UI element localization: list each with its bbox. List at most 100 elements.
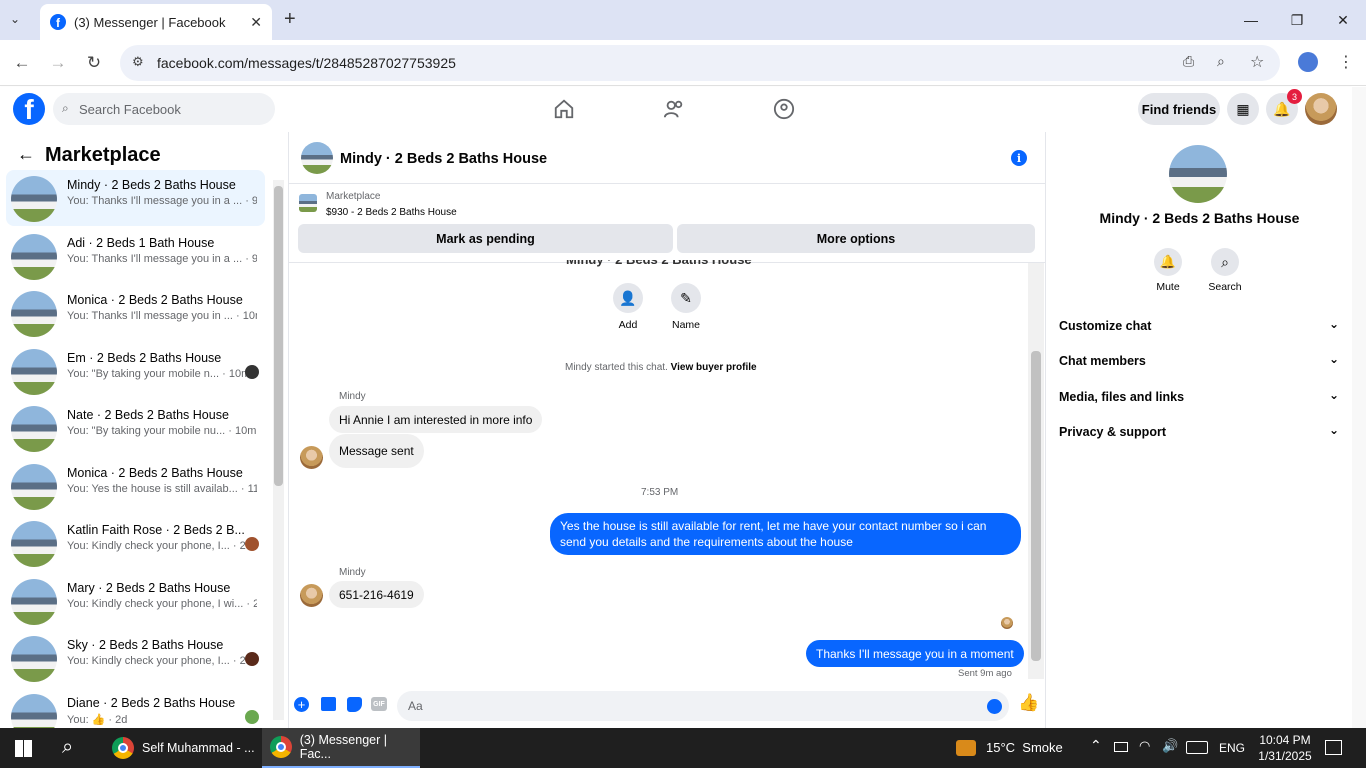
zoom-icon[interactable]: ⌕ [1217,53,1225,70]
chevron-down-icon: ⌄ [1328,388,1339,402]
taskbar-app-chrome-2[interactable]: (3) Messenger | Fac... [262,728,420,768]
conversation-item[interactable]: Mary · 2 Beds 2 Baths House You: Kindly c… [6,573,265,629]
privacy-support-item[interactable]: Privacy & support ⌄ [1059,423,1339,439]
gif-icon[interactable]: GIF [371,697,387,711]
add-action[interactable]: 👤 Add [598,283,658,331]
mute-action[interactable]: 🔔 Mute [1143,248,1193,293]
battery-icon[interactable] [1114,742,1128,752]
conversation-item[interactable]: Monica · 2 Beds 2 Baths House You: Yes th… [6,458,265,514]
back-button[interactable]: ← [10,51,34,75]
menu-grid-button[interactable]: ▦ [1227,93,1259,125]
conversation-item[interactable]: Nate · 2 Beds 2 Baths House You: "By taki… [6,400,265,456]
conversation-list-scrollbar[interactable] [273,180,284,720]
taskbar-app-chrome-1[interactable]: Self Muhammad - ... [104,728,260,768]
account-avatar[interactable] [1305,93,1337,125]
conversation-item[interactable]: Katlin Faith Rose · 2 Beds 2 B... You: Ki… [6,515,265,571]
more-actions-plus-icon[interactable]: + [294,697,309,712]
install-app-icon[interactable]: ⎙ [1183,53,1194,70]
tab-search-icon[interactable]: ⌄ [10,12,20,26]
page-scrollbar[interactable] [1352,87,1366,728]
facebook-search-input[interactable]: ⌕ Search Facebook [53,93,275,125]
view-buyer-profile-link[interactable]: View buyer profile [671,362,757,373]
volume-icon[interactable]: 🔊 [1162,738,1178,754]
chat-title[interactable]: Mindy · 2 Beds 2 Baths House [340,151,547,167]
customize-chat-item[interactable]: Customize chat ⌄ [1059,317,1339,333]
emoji-icon[interactable] [987,699,1002,714]
profile-icon[interactable] [1298,52,1318,72]
conversation-item[interactable]: Sky · 2 Beds 2 Baths House You: Kindly ch… [6,630,265,686]
conversation-name: Mindy · 2 Beds 2 Baths House [67,178,236,192]
home-icon[interactable] [553,98,575,120]
listing-thumbnail[interactable] [299,194,317,212]
mark-as-pending-button[interactable]: Mark as pending [298,224,673,253]
notification-center-icon[interactable] [1325,740,1342,755]
taskbar-search-icon[interactable]: ⌕ [62,736,73,759]
url-text: facebook.com/messages/t/2848528702775392… [157,55,456,71]
weather-icon[interactable] [956,740,976,756]
windows-taskbar: ⌕ Self Muhammad - ... (3) Messenger | Fa… [0,728,1366,768]
conversation-name: Em · 2 Beds 2 Baths House [67,350,222,365]
info-icon[interactable]: i [1011,150,1027,166]
friends-icon[interactable] [663,98,685,120]
conversation-snippet: You: Thanks I'll message you in a ... · … [67,252,257,265]
incoming-message[interactable]: Message sent [329,434,424,468]
sender-avatar[interactable] [300,584,323,607]
language-indicator[interactable]: ENG [1219,741,1245,755]
sender-avatar[interactable] [300,446,323,469]
browser-tab[interactable]: f (3) Messenger | Facebook ✕ [40,4,272,40]
search-action[interactable]: ⌕ Search [1200,248,1250,293]
close-window-button[interactable]: ✕ [1320,0,1366,40]
conversation-snippet: You: Thanks I'll message you in a ... · … [67,195,257,207]
facebook-logo-icon[interactable]: f [13,93,45,125]
conversation-item[interactable]: Diane · 2 Beds 2 Baths House You: 👍 · 2d [6,688,265,728]
conversation-snippet: You: Kindly check your phone, I... · 2d [67,655,252,667]
back-arrow-icon[interactable]: ← [17,144,35,165]
conversation-item[interactable]: Em · 2 Beds 2 Baths House You: "By taking… [6,343,265,399]
wifi-icon[interactable]: ◠ [1139,738,1150,754]
outgoing-message[interactable]: Thanks I'll message you in a moment [806,640,1024,667]
browser-menu-icon[interactable]: ⋮ [1338,52,1354,72]
message-input[interactable]: Aa [397,691,1009,721]
bookmark-star-icon[interactable]: ☆ [1250,52,1264,72]
incoming-message[interactable]: Hi Annie I am interested in more info [329,406,543,433]
details-avatar[interactable] [1169,145,1227,203]
conversation-item[interactable]: Monica · 2 Beds 2 Baths House You: Thanks… [6,285,265,341]
scrollbar-thumb[interactable] [1031,351,1041,661]
taskbar-app-label: Self Muhammad - ... [142,741,255,755]
restore-button[interactable]: ❐ [1274,0,1320,40]
windows-start-icon[interactable] [15,740,32,757]
find-friends-button[interactable]: Find friends [1138,93,1220,125]
conversation-name: Diane · 2 Beds 2 Baths House [67,695,236,710]
conversation-item[interactable]: Adi · 2 Beds 1 Bath House You: Thanks I'l… [6,228,265,284]
minimize-button[interactable]: — [1228,0,1274,40]
keyboard-icon[interactable] [1186,741,1208,754]
chat-scrollbar[interactable] [1028,263,1044,679]
incoming-message[interactable]: 651-216-4619 [329,581,424,608]
weather-text[interactable]: 15°C Smoke [986,740,1063,755]
thumbs-up-icon[interactable]: 👍 [1018,693,1039,713]
address-bar[interactable]: ⚙ facebook.com/messages/t/28485287027753… [120,45,1280,81]
chat-avatar[interactable] [301,142,333,174]
seen-avatar-badge [245,364,259,379]
reload-button[interactable]: ↻ [82,51,106,75]
tab-close-icon[interactable]: ✕ [250,14,262,31]
attach-photo-icon[interactable] [321,697,336,711]
clock[interactable]: 10:04 PM 1/31/2025 [1255,732,1315,764]
outgoing-message[interactable]: Yes the house is still available for ren… [550,513,1021,555]
groups-icon[interactable] [773,98,795,120]
forward-button[interactable]: → [46,51,70,75]
chat-members-item[interactable]: Chat members ⌄ [1059,352,1339,368]
new-tab-button[interactable]: + [284,8,296,31]
listing-price[interactable]: $930 - 2 Beds 2 Baths House [326,207,457,218]
site-settings-icon[interactable]: ⚙ [132,54,144,70]
media-files-links-item[interactable]: Media, files and links ⌄ [1059,388,1339,404]
show-hidden-icons[interactable]: ⌃ [1090,737,1102,754]
scrollbar-thumb[interactable] [274,186,283,486]
mute-label: Mute [1156,281,1180,293]
sticker-icon[interactable] [347,697,362,712]
conversation-item[interactable]: Mindy · 2 Beds 2 Baths House You: Thanks … [6,170,265,226]
name-action[interactable]: ✎ Name [656,283,716,331]
notification-badge: 3 [1287,89,1302,104]
more-options-button[interactable]: More options [677,224,1035,253]
grid-icon: ▦ [1236,100,1250,117]
